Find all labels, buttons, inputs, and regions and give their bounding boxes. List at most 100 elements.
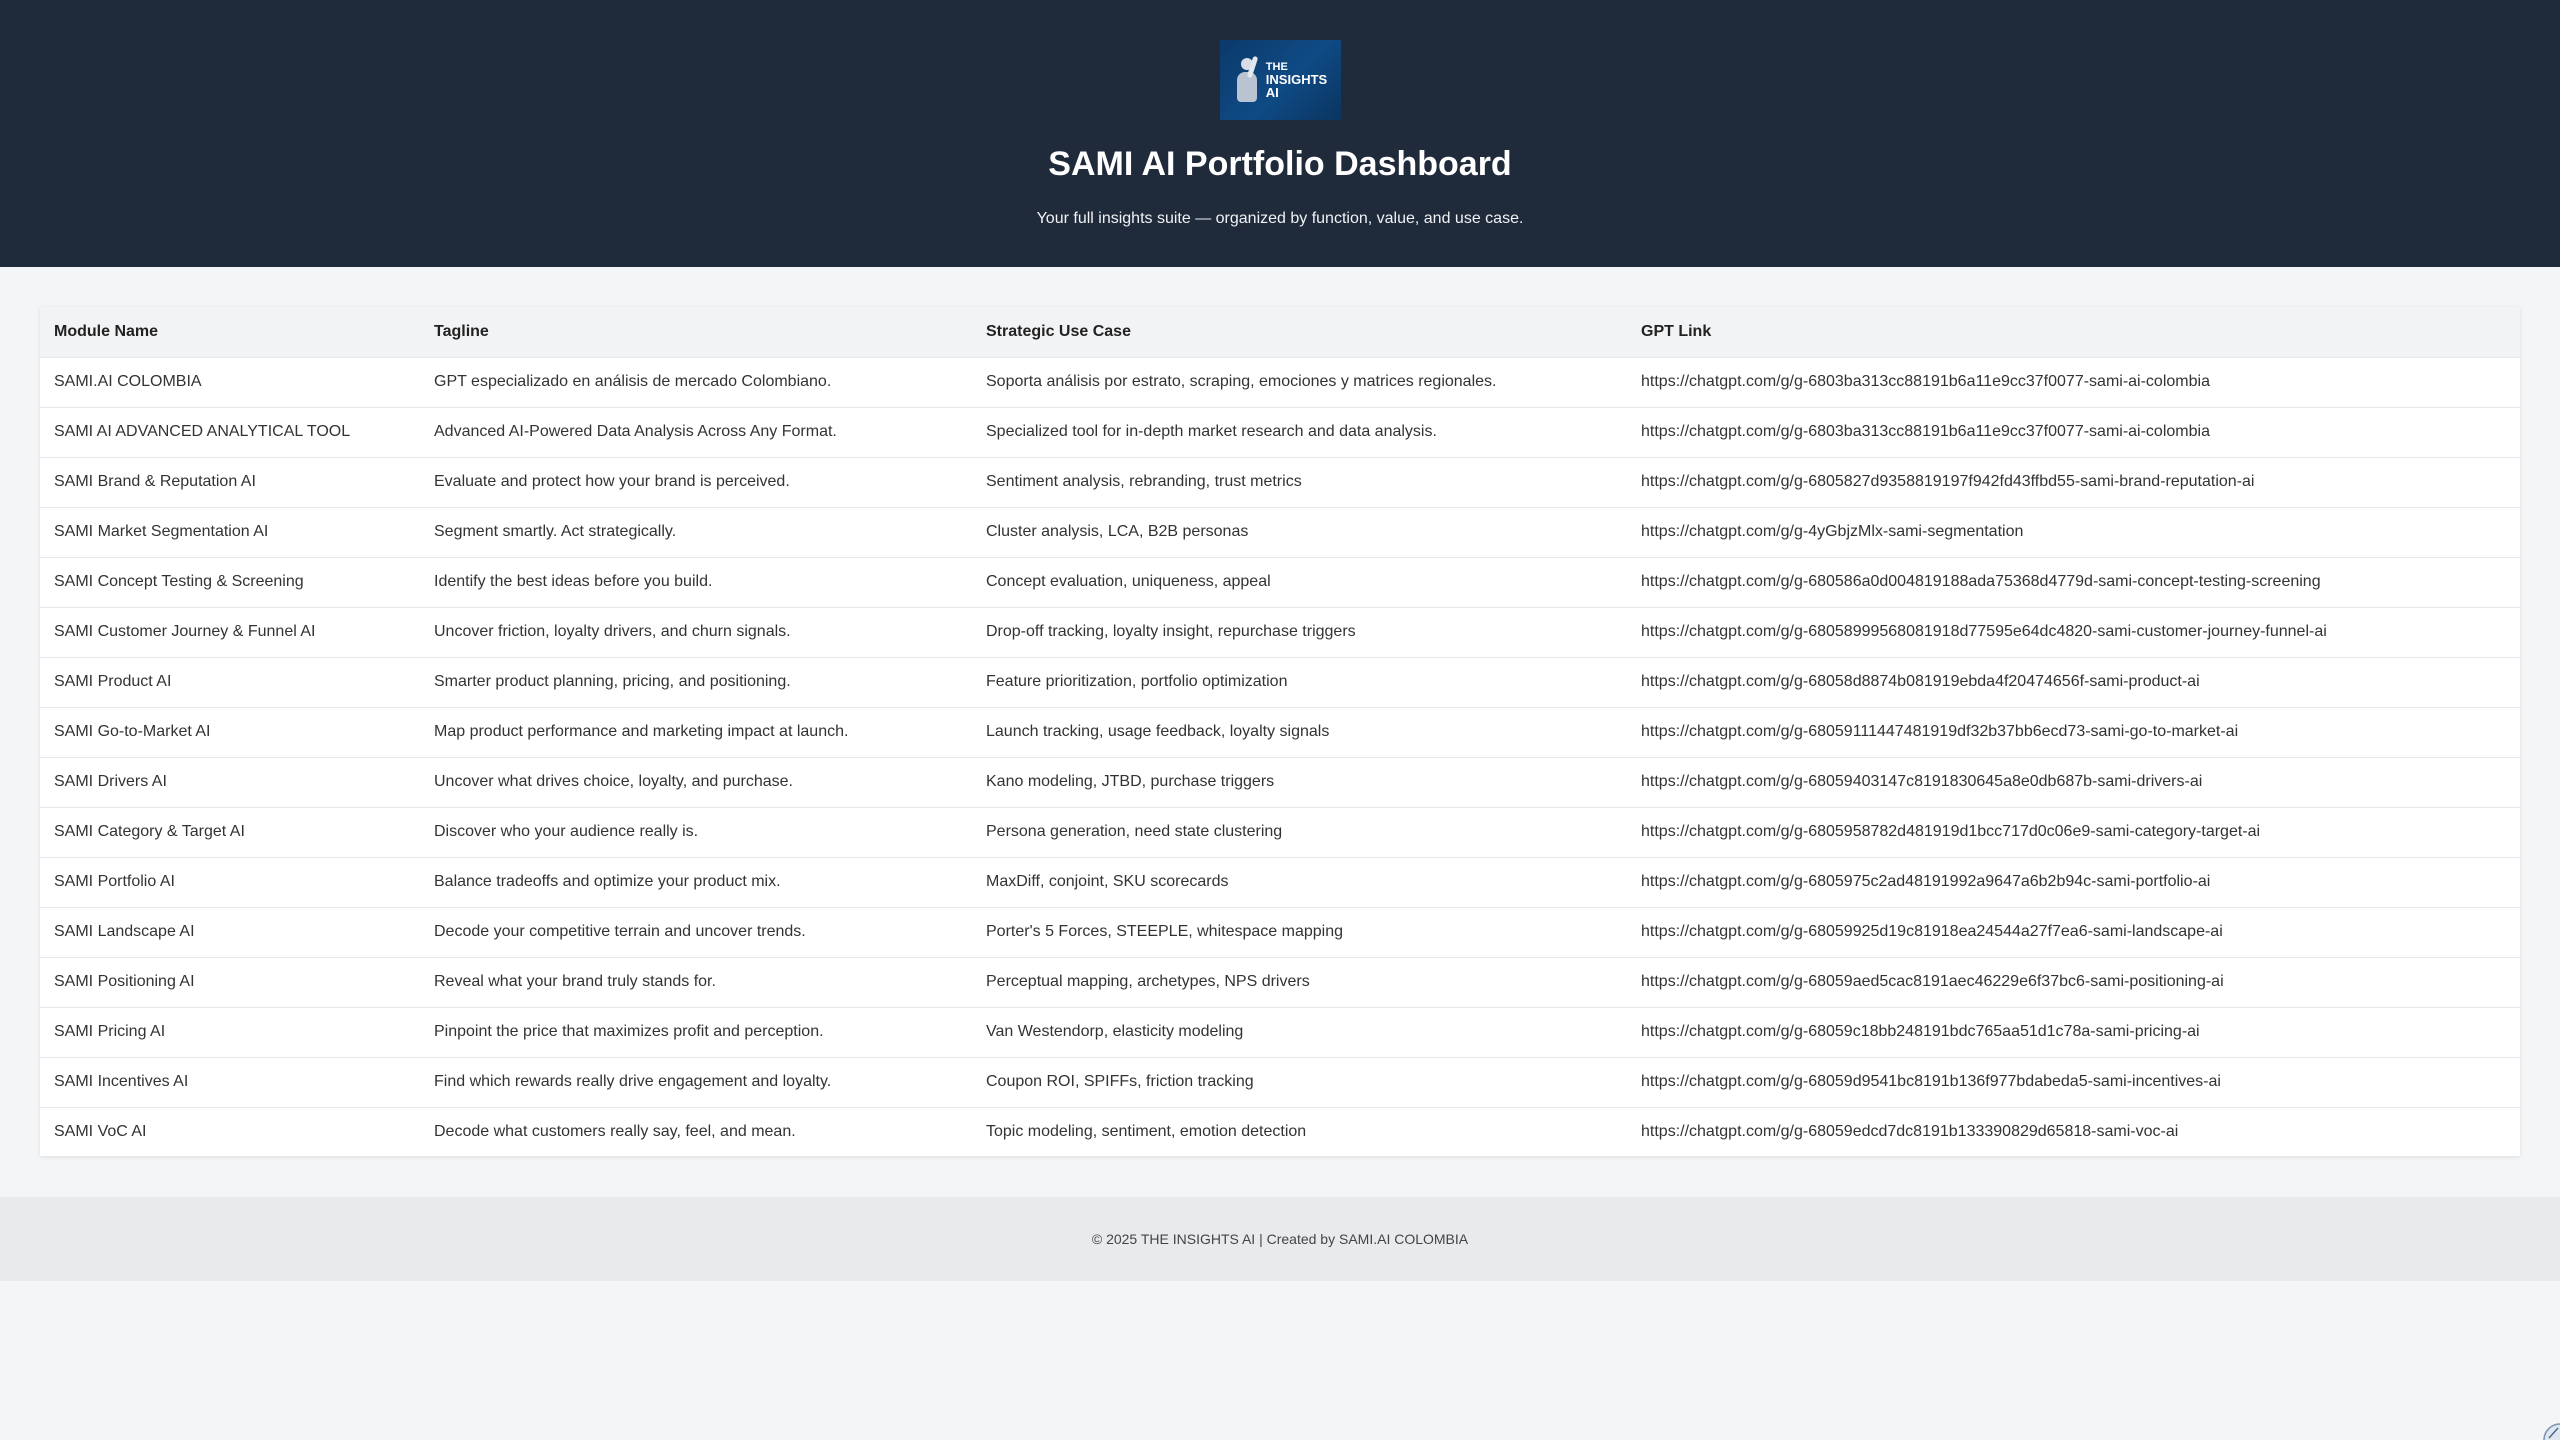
table-row: SAMI VoC AI Decode what customers really … bbox=[40, 1106, 2520, 1157]
page-title: SAMI AI Portfolio Dashboard bbox=[1048, 145, 1512, 183]
strategic-use-case-cell: Specialized tool for in-depth market res… bbox=[972, 406, 1627, 457]
column-header-module-name: Module Name bbox=[40, 307, 420, 357]
tagline-cell: GPT especializado en análisis de mercado… bbox=[420, 356, 972, 407]
table-row: SAMI Incentives AI Find which rewards rea… bbox=[40, 1056, 2520, 1107]
gpt-link-cell: https://chatgpt.com/g/g-68059d9541bc8191… bbox=[1627, 1056, 2520, 1107]
table-row: SAMI Brand & Reputation AI Evaluate and p… bbox=[40, 456, 2520, 507]
strategic-use-case-cell: Perceptual mapping, archetypes, NPS driv… bbox=[972, 956, 1627, 1007]
logo-text-line3: AI bbox=[1265, 84, 1279, 100]
module-name-cell: SAMI Concept Testing & Screening bbox=[40, 556, 420, 607]
strategic-use-case-cell: Concept evaluation, uniqueness, appeal bbox=[972, 556, 1627, 607]
tagline-cell: Map product performance and marketing im… bbox=[420, 706, 972, 757]
table-row: SAMI AI ADVANCED ANALYTICAL TOOL Advanced… bbox=[40, 406, 2520, 457]
page-footer: © 2025 THE INSIGHTS AI | Created by SAMI… bbox=[0, 1197, 2560, 1281]
table-row: SAMI Pricing AI Pinpoint the price that m… bbox=[40, 1006, 2520, 1057]
tagline-cell: Smarter product planning, pricing, and p… bbox=[420, 656, 972, 707]
tagline-cell: Evaluate and protect how your brand is p… bbox=[420, 456, 972, 507]
tagline-cell: Identify the best ideas before you build… bbox=[420, 556, 972, 607]
strategic-use-case-cell: Topic modeling, sentiment, emotion detec… bbox=[972, 1106, 1627, 1157]
resize-corner-icon[interactable] bbox=[2540, 1418, 2560, 1440]
strategic-use-case-cell: Coupon ROI, SPIFFs, friction tracking bbox=[972, 1056, 1627, 1107]
table-row: SAMI Positioning AI Reveal what your bran… bbox=[40, 956, 2520, 1007]
gpt-link-cell: https://chatgpt.com/g/g-68059403147c8191… bbox=[1627, 756, 2520, 807]
tagline-cell: Segment smartly. Act strategically. bbox=[420, 506, 972, 557]
gpt-link-cell: https://chatgpt.com/g/g-68058d8874b08191… bbox=[1627, 656, 2520, 707]
strategic-use-case-cell: Drop-off tracking, loyalty insight, repu… bbox=[972, 606, 1627, 657]
table-row: SAMI Concept Testing & Screening Identify… bbox=[40, 556, 2520, 607]
tagline-cell: Advanced AI-Powered Data Analysis Across… bbox=[420, 406, 972, 457]
gpt-link-cell: https://chatgpt.com/g/g-68059aed5cac8191… bbox=[1627, 956, 2520, 1007]
module-name-cell: SAMI Customer Journey & Funnel AI bbox=[40, 606, 420, 657]
gpt-link-cell: https://chatgpt.com/g/g-6805911144748191… bbox=[1627, 706, 2520, 757]
strategic-use-case-cell: Van Westendorp, elasticity modeling bbox=[972, 1006, 1627, 1057]
logo-figure-icon bbox=[1234, 54, 1260, 106]
table-row: SAMI Drivers AI Uncover what drives choic… bbox=[40, 756, 2520, 807]
column-header-strategic-use-case: Strategic Use Case bbox=[972, 307, 1627, 357]
module-name-cell: SAMI Market Segmentation AI bbox=[40, 506, 420, 557]
module-name-cell: SAMI Landscape AI bbox=[40, 906, 420, 957]
logo-text: THE INSIGHTS AI bbox=[1265, 60, 1328, 100]
strategic-use-case-cell: Kano modeling, JTBD, purchase triggers bbox=[972, 756, 1627, 807]
module-name-cell: SAMI Incentives AI bbox=[40, 1056, 420, 1107]
gpt-link-cell: https://chatgpt.com/g/g-68059edcd7dc8191… bbox=[1627, 1106, 2520, 1157]
logo-text-line1: THE bbox=[1265, 60, 1288, 73]
table-row: SAMI Category & Target AI Discover who yo… bbox=[40, 806, 2520, 857]
table-row: SAMI Go-to-Market AI Map product performa… bbox=[40, 706, 2520, 757]
footer-text: © 2025 THE INSIGHTS AI | Created by SAMI… bbox=[1091, 1231, 1469, 1247]
tagline-cell: Pinpoint the price that maximizes profit… bbox=[420, 1006, 972, 1057]
column-header-tagline: Tagline bbox=[420, 307, 972, 357]
module-name-cell: SAMI Pricing AI bbox=[40, 1006, 420, 1057]
table-row: SAMI Product AI Smarter product planning,… bbox=[40, 656, 2520, 707]
module-name-cell: SAMI Go-to-Market AI bbox=[40, 706, 420, 757]
strategic-use-case-cell: Launch tracking, usage feedback, loyalty… bbox=[972, 706, 1627, 757]
tagline-cell: Decode what customers really say, feel, … bbox=[420, 1106, 972, 1157]
tagline-cell: Decode your competitive terrain and unco… bbox=[420, 906, 972, 957]
strategic-use-case-cell: Soporta análisis por estrato, scraping, … bbox=[972, 356, 1627, 407]
module-name-cell: SAMI AI ADVANCED ANALYTICAL TOOL bbox=[40, 406, 420, 457]
tagline-cell: Balance tradeoffs and optimize your prod… bbox=[420, 856, 972, 907]
gpt-link-cell: https://chatgpt.com/g/g-4yGbjzMlx-sami-s… bbox=[1627, 506, 2520, 557]
strategic-use-case-cell: MaxDiff, conjoint, SKU scorecards bbox=[972, 856, 1627, 907]
page-subtitle: Your full insights suite — organized by … bbox=[1036, 210, 1524, 227]
portfolio-table-card: Module Name Tagline Strategic Use Case G… bbox=[40, 307, 2520, 1157]
module-name-cell: SAMI Positioning AI bbox=[40, 956, 420, 1007]
table-row: SAMI.AI COLOMBIA GPT especializado en aná… bbox=[40, 356, 2520, 407]
module-name-cell: SAMI Brand & Reputation AI bbox=[40, 456, 420, 507]
strategic-use-case-cell: Cluster analysis, LCA, B2B personas bbox=[972, 506, 1627, 557]
module-name-cell: SAMI.AI COLOMBIA bbox=[40, 356, 420, 407]
tagline-cell: Uncover friction, loyalty drivers, and c… bbox=[420, 606, 972, 657]
gpt-link-cell: https://chatgpt.com/g/g-68059c18bb248191… bbox=[1627, 1006, 2520, 1057]
column-header-gpt-link: GPT Link bbox=[1627, 307, 2520, 357]
strategic-use-case-cell: Feature prioritization, portfolio optimi… bbox=[972, 656, 1627, 707]
strategic-use-case-cell: Porter's 5 Forces, STEEPLE, whitespace m… bbox=[972, 906, 1627, 957]
gpt-link-cell: https://chatgpt.com/g/g-68059925d19c8191… bbox=[1627, 906, 2520, 957]
tagline-cell: Reveal what your brand truly stands for. bbox=[420, 956, 972, 1007]
table-body: SAMI.AI COLOMBIA GPT especializado en aná… bbox=[40, 356, 2520, 1157]
table-row: SAMI Portfolio AI Balance tradeoffs and o… bbox=[40, 856, 2520, 907]
logo-text-line2: INSIGHTS bbox=[1265, 71, 1328, 87]
gpt-link-cell: https://chatgpt.com/g/g-6803ba313cc88191… bbox=[1627, 356, 2520, 407]
module-name-cell: SAMI Drivers AI bbox=[40, 756, 420, 807]
tagline-cell: Find which rewards really drive engageme… bbox=[420, 1056, 972, 1107]
table-row: SAMI Market Segmentation AI Segment smart… bbox=[40, 506, 2520, 557]
gpt-link-cell: https://chatgpt.com/g/g-6805899956808191… bbox=[1627, 606, 2520, 657]
strategic-use-case-cell: Persona generation, need state clusterin… bbox=[972, 806, 1627, 857]
gpt-link-cell: https://chatgpt.com/g/g-680586a0d0048191… bbox=[1627, 556, 2520, 607]
tagline-cell: Discover who your audience really is. bbox=[420, 806, 972, 857]
gpt-link-cell: https://chatgpt.com/g/g-6803ba313cc88191… bbox=[1627, 406, 2520, 457]
gpt-link-cell: https://chatgpt.com/g/g-6805975c2ad48191… bbox=[1627, 856, 2520, 907]
tagline-cell: Uncover what drives choice, loyalty, and… bbox=[420, 756, 972, 807]
gpt-link-cell: https://chatgpt.com/g/g-6805958782d48191… bbox=[1627, 806, 2520, 857]
page-header: THE INSIGHTS AI SAMI AI Portfolio Dashbo… bbox=[0, 0, 2560, 267]
strategic-use-case-cell: Sentiment analysis, rebranding, trust me… bbox=[972, 456, 1627, 507]
table-row: SAMI Landscape AI Decode your competitive… bbox=[40, 906, 2520, 957]
table-row: SAMI Customer Journey & Funnel AI Uncover… bbox=[40, 606, 2520, 657]
module-name-cell: SAMI Category & Target AI bbox=[40, 806, 420, 857]
gpt-link-cell: https://chatgpt.com/g/g-6805827d93588191… bbox=[1627, 456, 2520, 507]
module-name-cell: SAMI Product AI bbox=[40, 656, 420, 707]
module-name-cell: SAMI VoC AI bbox=[40, 1106, 420, 1157]
table-header-row: Module Name Tagline Strategic Use Case G… bbox=[40, 307, 2520, 357]
insights-ai-logo: THE INSIGHTS AI bbox=[1220, 40, 1341, 120]
portfolio-table: Module Name Tagline Strategic Use Case G… bbox=[40, 307, 2520, 1157]
module-name-cell: SAMI Portfolio AI bbox=[40, 856, 420, 907]
